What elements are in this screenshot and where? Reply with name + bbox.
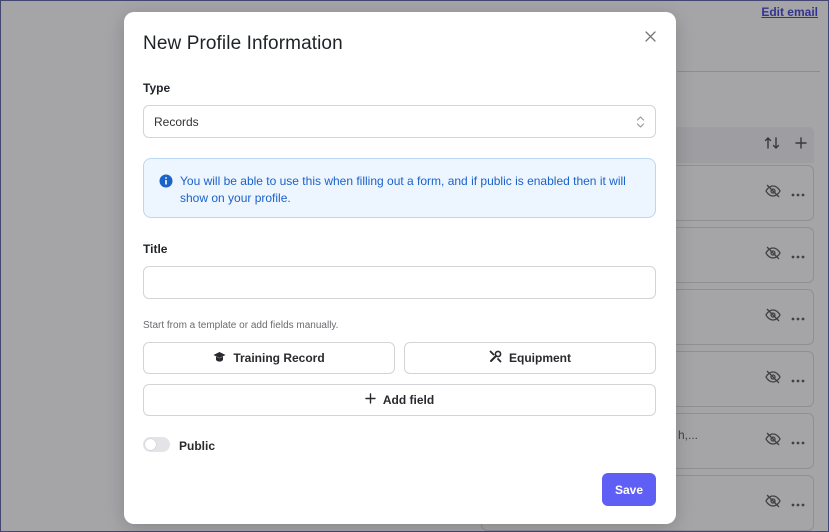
training-record-button[interactable]: Training Record	[143, 342, 395, 374]
equipment-button[interactable]: Equipment	[404, 342, 656, 374]
info-text: You will be able to use this when fillin…	[180, 174, 626, 205]
title-label: Title	[143, 242, 168, 256]
graduation-cap-icon	[213, 351, 226, 366]
close-button[interactable]	[642, 30, 658, 46]
dialog-title: New Profile Information	[143, 33, 343, 54]
title-input[interactable]	[143, 266, 656, 299]
close-icon	[644, 29, 656, 47]
type-label: Type	[143, 81, 171, 95]
plus-icon	[365, 393, 376, 407]
info-alert: You will be able to use this when fillin…	[143, 158, 656, 218]
public-label: Public	[179, 439, 216, 453]
new-profile-information-dialog: New Profile Information Type Records You…	[124, 12, 676, 524]
chevron-up-down-icon	[636, 114, 645, 133]
type-select[interactable]: Records	[143, 105, 656, 138]
type-selected-value: Records	[154, 114, 199, 129]
add-field-label: Add field	[382, 393, 435, 407]
info-icon	[159, 174, 173, 193]
training-record-label: Training Record	[233, 351, 325, 365]
save-button[interactable]: Save	[602, 473, 656, 506]
public-toggle[interactable]	[143, 437, 170, 452]
tools-icon	[489, 350, 502, 366]
equipment-label: Equipment	[509, 351, 571, 365]
template-hint: Start from a template or add fields manu…	[143, 320, 339, 331]
add-field-button[interactable]: Add field	[143, 384, 656, 416]
toggle-knob	[145, 439, 156, 450]
